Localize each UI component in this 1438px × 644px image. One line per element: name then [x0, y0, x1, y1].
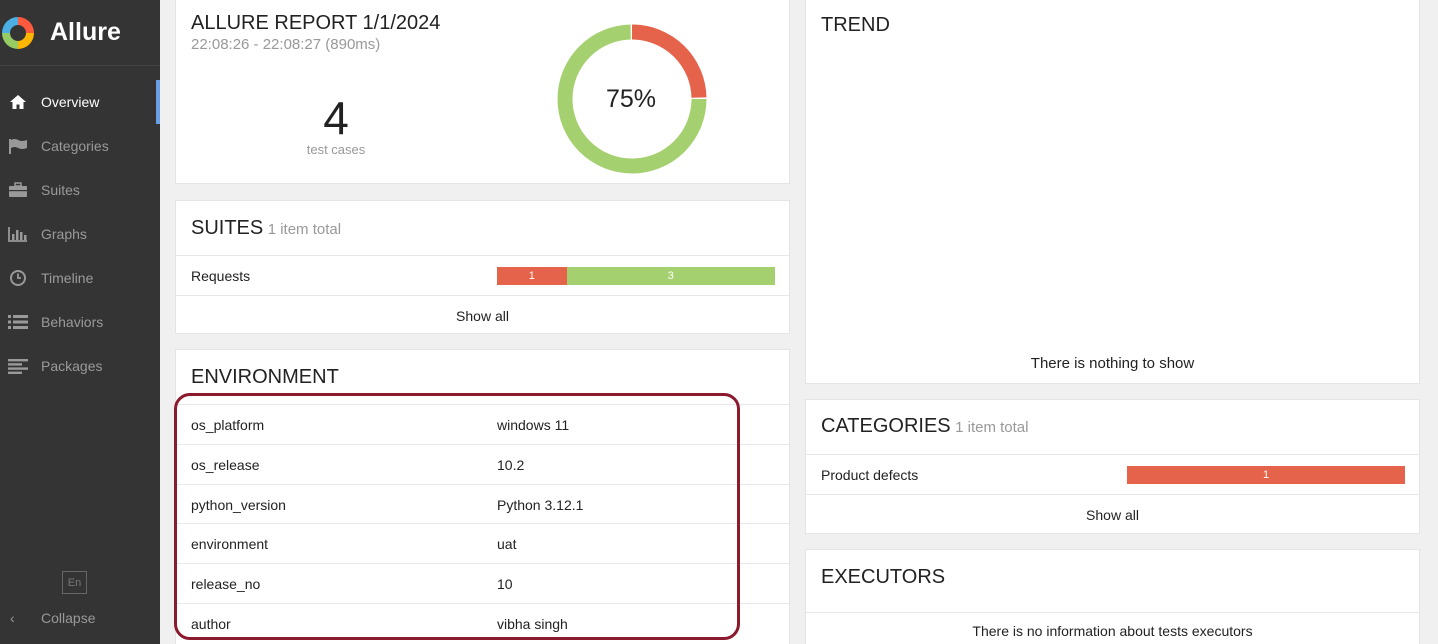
categories-subtitle: 1 item total [955, 419, 1029, 436]
list-icon [8, 312, 28, 332]
categories-title: CATEGORIES [821, 415, 951, 437]
env-row: release_no 10 [176, 563, 789, 603]
category-status-bar[interactable]: 1 [1127, 466, 1405, 484]
sidebar-item-timeline[interactable]: Timeline [0, 256, 160, 300]
allure-logo-icon [2, 16, 34, 49]
test-case-label: test cases [306, 142, 366, 157]
suites-title: SUITES [191, 217, 264, 239]
trend-widget: TREND There is nothing to show [805, 0, 1420, 384]
env-row: os_release 10.2 [176, 444, 789, 484]
env-row: environment uat [176, 523, 789, 563]
sidebar-item-label: Packages [41, 358, 103, 374]
sidebar-item-graphs[interactable]: Graphs [0, 212, 160, 256]
suites-header: SUITES 1 item total [191, 217, 341, 240]
collapse-button[interactable]: ‹ Collapse [10, 608, 95, 628]
trend-title: TREND [821, 14, 890, 36]
env-row: python_version Python 3.12.1 [176, 484, 789, 524]
env-value: uat [497, 536, 517, 552]
environment-title: ENVIRONMENT [191, 366, 339, 388]
sidebar-item-label: Overview [41, 94, 100, 110]
success-percent: 75% [605, 85, 657, 113]
env-row: author vibha singh [176, 603, 789, 643]
category-failed-segment[interactable]: 1 [1127, 466, 1405, 484]
briefcase-icon [8, 180, 28, 200]
env-key: python_version [191, 497, 286, 513]
sidebar-item-label: Behaviors [41, 314, 104, 330]
sidebar-item-packages[interactable]: Packages [0, 344, 160, 388]
categories-header: CATEGORIES 1 item total [821, 415, 1028, 438]
test-case-count: 4 [323, 92, 349, 144]
env-value: Python 3.12.1 [497, 497, 584, 513]
category-name: Product defects [821, 467, 919, 483]
report-title: ALLURE REPORT 1/1/2024 [191, 12, 441, 34]
suites-show-all-link[interactable]: Show all [176, 295, 789, 335]
brand[interactable]: Allure [0, 0, 160, 66]
app-name: Allure [50, 18, 121, 46]
sidebar-item-label: Graphs [41, 226, 87, 242]
chevron-left-icon: ‹ [10, 610, 15, 626]
env-key: os_release [191, 457, 260, 473]
env-key: os_platform [191, 417, 265, 433]
sidebar: Allure Overview Categories Suites Graphs [0, 0, 160, 644]
suite-row[interactable]: Requests 1 3 [176, 255, 789, 295]
summary-widget: ALLURE REPORT 1/1/2024 22:08:26 - 22:08:… [175, 0, 790, 184]
sidebar-item-overview[interactable]: Overview [0, 80, 160, 124]
report-time: 22:08:26 - 22:08:27 (890ms) [191, 36, 381, 53]
category-row[interactable]: Product defects 1 [806, 454, 1419, 494]
language-switcher[interactable]: En [62, 571, 87, 594]
suite-passed-segment[interactable]: 3 [566, 267, 775, 285]
suites-subtitle: 1 item total [267, 221, 342, 238]
env-key: release_no [191, 576, 261, 592]
env-key: environment [191, 536, 269, 552]
executors-widget: EXECUTORS There is no information about … [805, 549, 1420, 644]
trend-empty-message: There is nothing to show [1030, 355, 1195, 372]
sidebar-nav: Overview Categories Suites Graphs Timeli… [0, 80, 160, 388]
executors-title: EXECUTORS [821, 566, 946, 588]
clock-icon [8, 268, 28, 288]
sidebar-item-label: Categories [41, 138, 109, 154]
suite-name: Requests [191, 268, 251, 284]
bar-chart-icon [8, 224, 28, 244]
env-key: author [191, 616, 231, 632]
suites-widget: SUITES 1 item total Requests 1 3 Show al… [175, 200, 790, 334]
suite-status-bar[interactable]: 1 3 [497, 267, 775, 285]
environment-widget: ENVIRONMENT os_platform windows 11 os_re… [175, 349, 790, 644]
env-value: vibha singh [497, 616, 568, 632]
env-value: windows 11 [497, 417, 570, 433]
env-row: os_platform windows 11 [176, 404, 789, 444]
sidebar-item-suites[interactable]: Suites [0, 168, 160, 212]
categories-show-all-link[interactable]: Show all [806, 494, 1419, 534]
suite-failed-segment[interactable]: 1 [497, 267, 567, 285]
home-icon [8, 92, 28, 112]
env-value: 10 [497, 576, 513, 592]
align-left-icon [8, 356, 28, 376]
env-value: 10.2 [497, 457, 525, 473]
sidebar-item-label: Timeline [41, 270, 94, 286]
sidebar-item-behaviors[interactable]: Behaviors [0, 300, 160, 344]
collapse-label: Collapse [41, 610, 96, 626]
flag-icon [8, 136, 28, 156]
sidebar-item-label: Suites [41, 182, 80, 198]
sidebar-item-categories[interactable]: Categories [0, 124, 160, 168]
executors-empty-message: There is no information about tests exec… [806, 612, 1419, 639]
categories-widget: CATEGORIES 1 item total Product defects … [805, 399, 1420, 534]
